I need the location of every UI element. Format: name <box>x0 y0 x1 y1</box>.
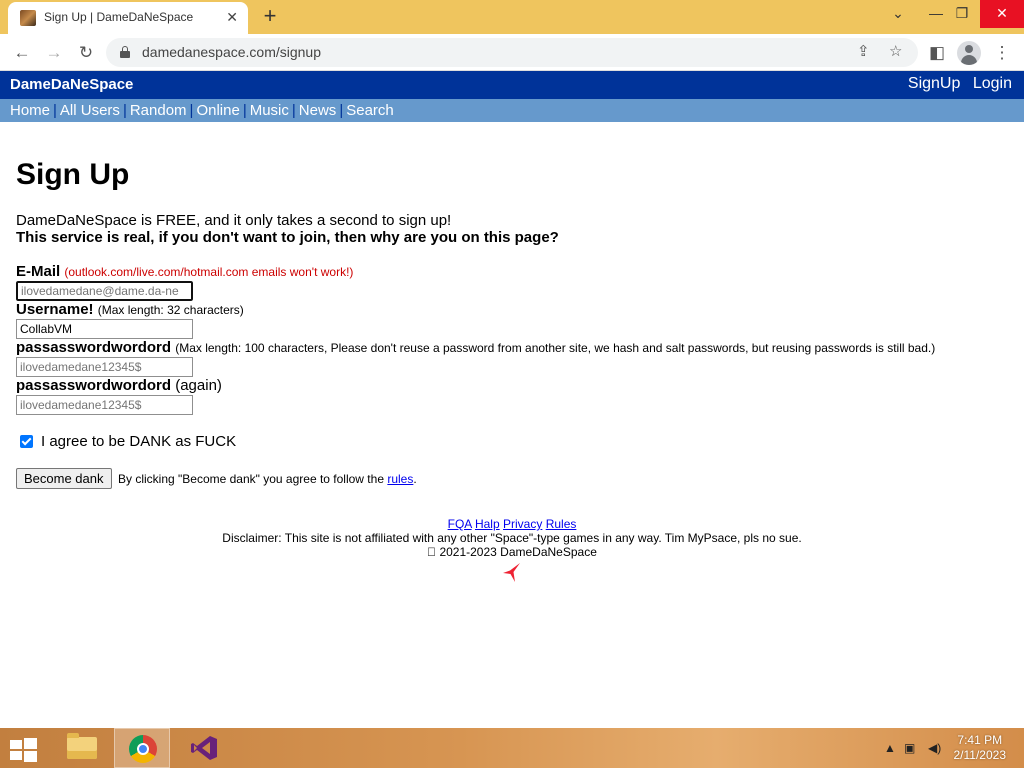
site-favicon-icon <box>20 10 36 26</box>
email-label-text: E-Mail <box>16 263 61 280</box>
visual-studio-icon <box>191 736 217 760</box>
nav-separator: | <box>339 102 344 119</box>
auth-links: SignUp Login <box>900 75 1012 93</box>
nav-home[interactable]: Home <box>10 102 50 119</box>
rules-link[interactable]: rules <box>387 472 413 486</box>
nav-news[interactable]: News <box>299 102 337 119</box>
submit-note-suffix: . <box>413 472 417 486</box>
agree-checkbox[interactable] <box>20 435 33 448</box>
tab-search-chevron-icon[interactable]: ⌄ <box>880 0 916 28</box>
site-footer: FQA Halp Privacy Rules Disclaimer: This … <box>0 517 1024 559</box>
windows-start-icon[interactable] <box>8 736 38 762</box>
back-icon[interactable]: ← <box>9 40 35 66</box>
signup-link[interactable]: SignUp <box>908 75 960 92</box>
site-nav: Home | All Users | Random | Online | Music | News |… <box>0 99 1024 122</box>
nav-all-users[interactable]: All Users <box>60 102 120 119</box>
side-panel-icon[interactable]: ◧ <box>924 40 950 66</box>
password-again-label: passasswordwordord (again) <box>16 377 222 394</box>
red-star-icon <box>503 563 520 582</box>
username-label-text: Username! <box>16 301 94 318</box>
username-field[interactable] <box>16 319 193 339</box>
password-again-field[interactable] <box>16 395 193 415</box>
submit-note-text: By clicking "Become dank" you agree to f… <box>118 472 384 486</box>
visual-studio-button[interactable] <box>176 728 232 768</box>
nav-separator: | <box>189 102 194 119</box>
password-label-text: passasswordwordord <box>16 339 172 356</box>
nav-music[interactable]: Music <box>250 102 289 119</box>
site-brand[interactable]: DameDaNeSpace <box>10 76 133 93</box>
password-field[interactable] <box>16 357 193 377</box>
browser-tab-active[interactable]: Sign Up | DameDaNeSpace ✕ <box>8 2 248 34</box>
lock-icon[interactable] <box>120 46 130 58</box>
email-warning: (outlook.com/live.com/hotmail.com emails… <box>64 265 354 279</box>
bookmark-star-icon[interactable]: ☆ <box>889 42 902 60</box>
site-header: DameDaNeSpace SignUp Login <box>0 71 1024 99</box>
clock-time: 7:41 PM <box>957 733 1003 747</box>
page-title: Sign Up <box>16 158 130 191</box>
reload-icon[interactable]: ↻ <box>73 40 99 66</box>
show-hidden-icons-icon[interactable]: ▲ <box>884 741 896 755</box>
login-link[interactable]: Login <box>973 75 1012 92</box>
intro-text: DameDaNeSpace is FREE, and it only takes… <box>16 212 452 229</box>
password-label: passasswordwordord (Max length: 100 char… <box>16 339 935 356</box>
footer-link-halp[interactable]: Halp <box>475 517 500 531</box>
submit-note: By clicking "Become dank" you agree to f… <box>118 472 417 486</box>
nav-random[interactable]: Random <box>130 102 187 119</box>
share-icon[interactable]: ⇪ <box>857 42 870 60</box>
window-restore-button[interactable]: ❐ <box>944 0 980 28</box>
nav-online[interactable]: Online <box>196 102 239 119</box>
become-dank-button[interactable]: Become dank <box>16 468 112 489</box>
menu-icon[interactable]: ⋮ <box>989 40 1015 66</box>
username-note: (Max length: 32 characters) <box>97 303 244 317</box>
address-bar[interactable]: damedanespace.com/signup ⇪ ☆ <box>106 38 918 67</box>
footer-link-privacy[interactable]: Privacy <box>503 517 542 531</box>
browser-toolbar: ← → ↻ damedanespace.com/signup ⇪ ☆ ◧ ⋮ <box>0 34 1024 71</box>
password-again-note: (again) <box>175 377 222 394</box>
email-field[interactable] <box>15 280 194 302</box>
clock-date: 2/11/2023 <box>953 748 1007 762</box>
password-note: (Max length: 100 characters, Please don'… <box>175 341 936 355</box>
profile-icon[interactable] <box>957 41 981 65</box>
agree-label[interactable]: I agree to be DANK as FUCK <box>41 433 236 450</box>
username-label: Username! (Max length: 32 characters) <box>16 301 244 318</box>
intro-bold-text: This service is real, if you don't want … <box>16 229 559 246</box>
footer-disclaimer: Disclaimer: This site is not affiliated … <box>222 531 802 545</box>
tab-title: Sign Up | DameDaNeSpace <box>44 10 194 24</box>
nav-separator: | <box>53 102 57 119</box>
nav-search[interactable]: Search <box>346 102 394 119</box>
nav-separator: | <box>242 102 247 119</box>
forward-icon[interactable]: → <box>41 40 67 66</box>
file-explorer-icon <box>67 733 97 759</box>
file-explorer-button[interactable] <box>52 728 108 768</box>
email-label: E-Mail (outlook.com/live.com/hotmail.com… <box>16 263 353 280</box>
nav-separator: | <box>122 102 127 119</box>
network-icon[interactable]: ▣ <box>904 741 915 755</box>
chrome-icon <box>129 735 157 763</box>
password-again-label-text: passasswordwordord <box>16 377 172 394</box>
system-tray: ▲ ▣ ◀) 7:41 PM 2/11/2023 <box>844 728 1024 768</box>
new-tab-button[interactable]: + <box>258 4 282 28</box>
browser-tabstrip: Sign Up | DameDaNeSpace ✕ + ⌄ — ❐ ✕ <box>0 0 1024 34</box>
volume-icon[interactable]: ◀) <box>928 741 941 755</box>
footer-link-fqa[interactable]: FQA <box>448 517 472 531</box>
tab-close-icon[interactable]: ✕ <box>226 8 238 26</box>
footer-copyright:   2021-2023 DameDaNeSpace <box>427 545 597 559</box>
window-close-button[interactable]: ✕ <box>980 0 1024 28</box>
url-text[interactable]: damedanespace.com/signup <box>142 44 321 60</box>
nav-separator: | <box>291 102 296 119</box>
footer-links: FQA Halp Privacy Rules <box>0 517 1024 531</box>
footer-link-rules[interactable]: Rules <box>546 517 577 531</box>
chrome-taskbar-button[interactable] <box>114 728 170 768</box>
windows-taskbar: ▲ ▣ ◀) 7:41 PM 2/11/2023 <box>0 728 1024 768</box>
taskbar-clock[interactable]: 7:41 PM 2/11/2023 <box>954 733 1007 763</box>
